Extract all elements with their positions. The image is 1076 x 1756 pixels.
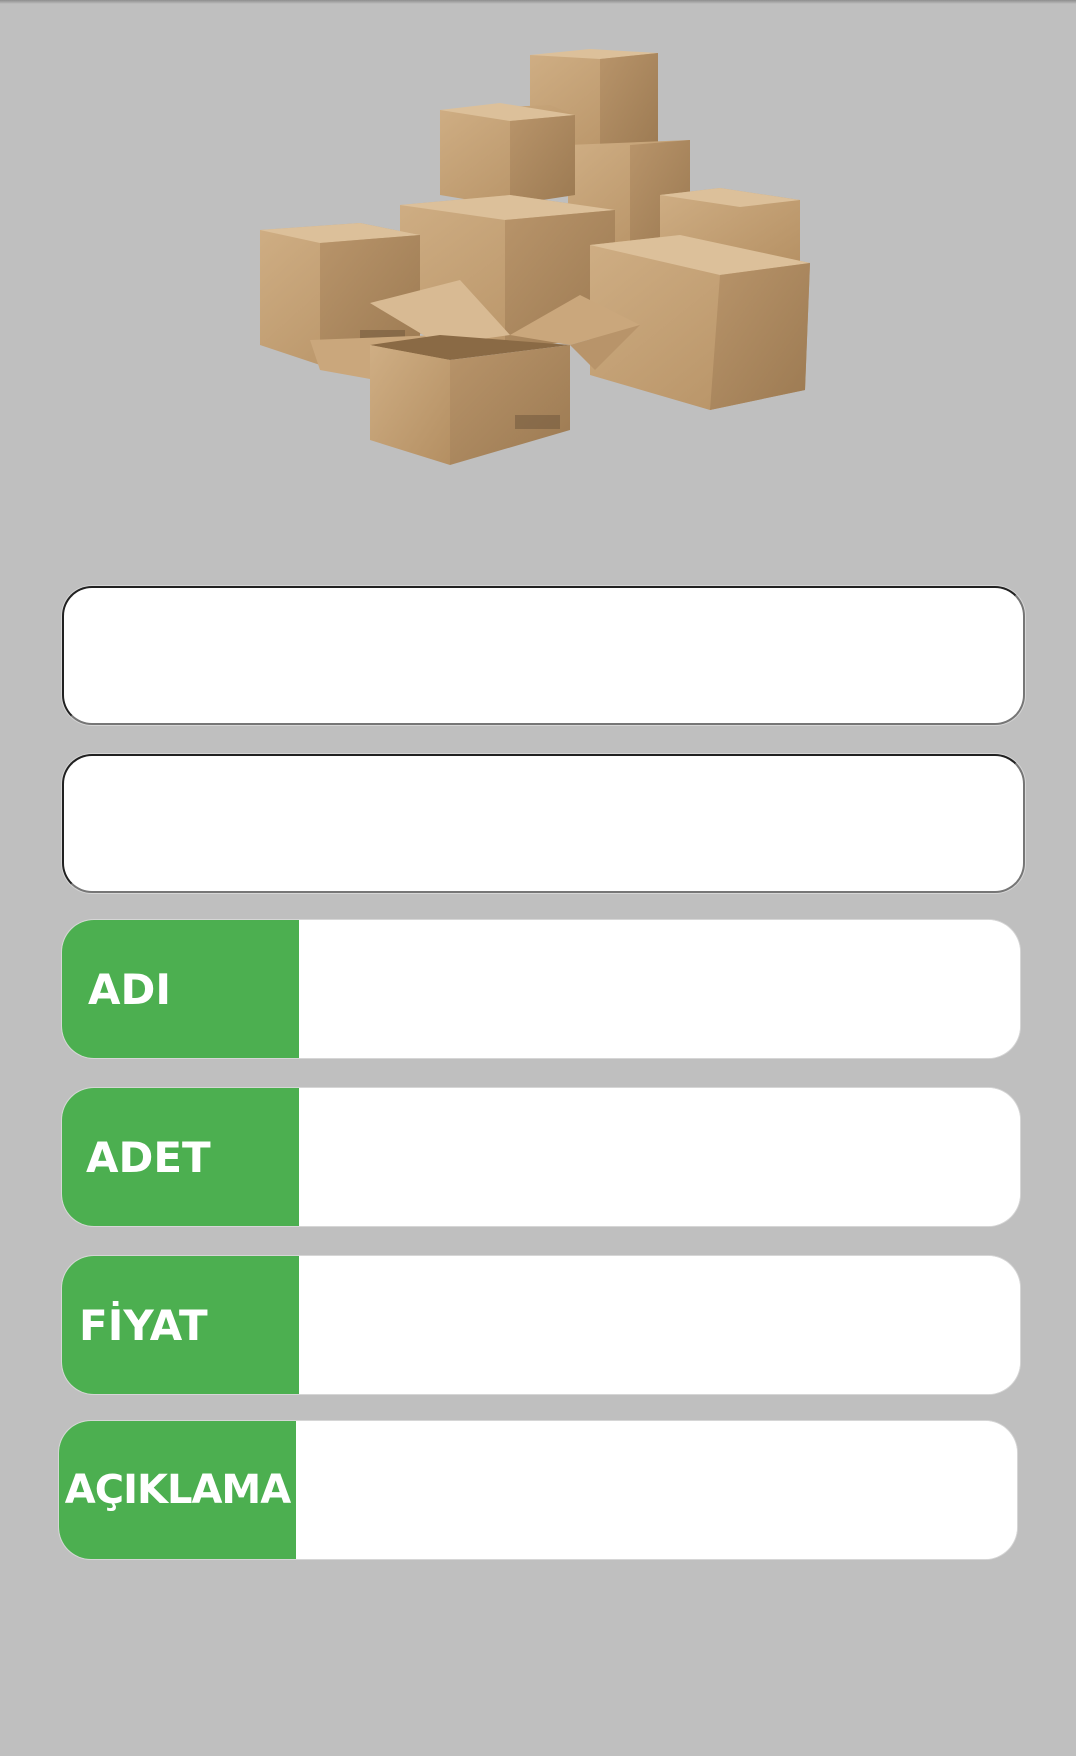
status-bar-shadow [0, 0, 1076, 4]
label-cell-adi: ADI [62, 920, 299, 1058]
form-row-fiyat: FİYAT [62, 1256, 1020, 1394]
label-cell-adet: ADET [62, 1088, 299, 1226]
adet-input[interactable] [299, 1088, 1020, 1226]
adi-input[interactable] [299, 920, 1020, 1058]
label-cell-fiyat: FİYAT [62, 1256, 299, 1394]
fiyat-input[interactable] [299, 1256, 1020, 1394]
blank-input-1[interactable] [62, 586, 1025, 725]
label-cell-aciklama: AÇIKLAMA [59, 1421, 296, 1559]
label-fiyat: FİYAT [79, 1300, 208, 1350]
form-row-adet: ADET [62, 1088, 1020, 1226]
label-aciklama: AÇIKLAMA [64, 1467, 291, 1513]
form-row-aciklama: AÇIKLAMA [59, 1421, 1017, 1559]
blank-input-2[interactable] [62, 754, 1025, 893]
label-adet: ADET [86, 1132, 211, 1182]
aciklama-input[interactable] [296, 1421, 1017, 1559]
cardboard-boxes-image [260, 49, 810, 465]
form-row-adi: ADI [62, 920, 1020, 1058]
label-adi: ADI [88, 964, 171, 1014]
